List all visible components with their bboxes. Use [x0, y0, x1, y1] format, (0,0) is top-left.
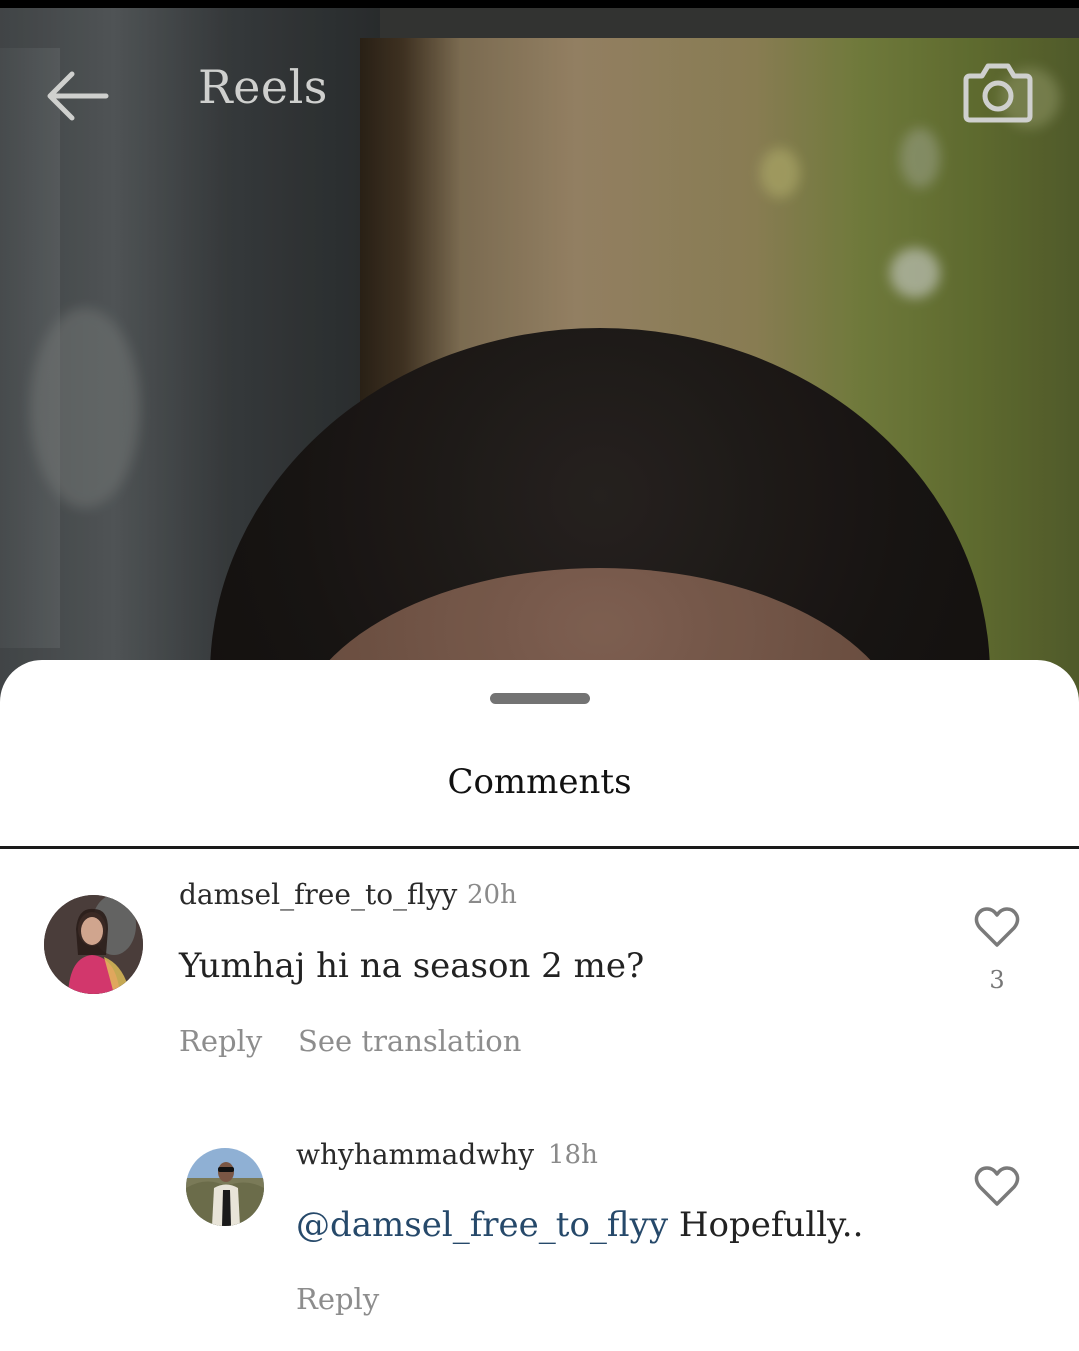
reply-body: Hopefully..: [668, 1205, 864, 1245]
like-count: 3: [989, 966, 1005, 994]
heart-icon[interactable]: [974, 1165, 1020, 1207]
comment-text: Yumhaj hi na season 2 me?: [179, 946, 645, 986]
reply-username[interactable]: whyhammadwhy: [296, 1138, 534, 1171]
header-divider: [0, 846, 1079, 849]
avatar[interactable]: [44, 895, 143, 994]
reels-top-bar: Reels: [0, 8, 1079, 158]
avatar-image: [186, 1148, 264, 1226]
mention-link[interactable]: @damsel_free_to_flyy: [296, 1205, 668, 1245]
reply-timestamp: 18h: [548, 1140, 598, 1170]
reply-text: @damsel_free_to_flyy Hopefully..: [296, 1205, 863, 1245]
see-translation-button[interactable]: See translation: [298, 1024, 521, 1058]
avatar[interactable]: [186, 1148, 264, 1226]
arrow-left-icon[interactable]: [44, 68, 110, 124]
page-title: Reels: [198, 60, 328, 114]
avatar-image: [44, 895, 143, 994]
reply-button[interactable]: Reply: [296, 1282, 379, 1316]
comment-timestamp: 20h: [467, 880, 517, 910]
comments-sheet: Comments damsel_free_to_flyy 20h Yumhaj …: [0, 660, 1079, 1351]
reply-button[interactable]: Reply: [179, 1024, 262, 1058]
heart-icon[interactable]: [974, 906, 1020, 948]
camera-icon[interactable]: [962, 58, 1034, 124]
comment-username[interactable]: damsel_free_to_flyy: [179, 878, 457, 911]
comments-title: Comments: [447, 762, 632, 802]
sheet-drag-handle[interactable]: [490, 693, 590, 704]
